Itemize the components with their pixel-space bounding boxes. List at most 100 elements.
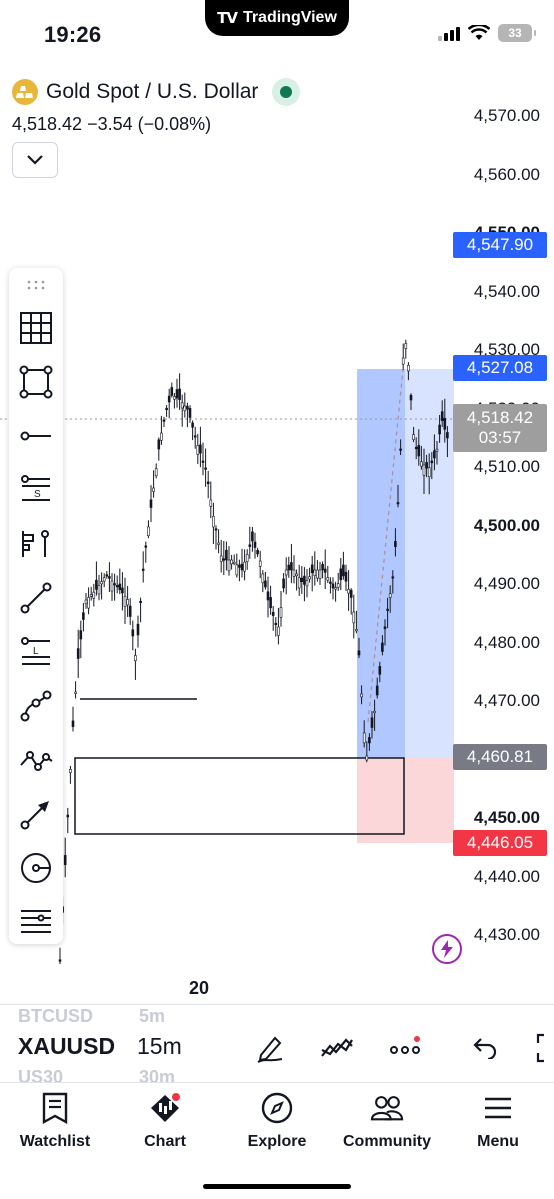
candle-body xyxy=(344,571,348,582)
candle-body xyxy=(92,591,96,599)
candle-body xyxy=(74,691,77,694)
bottom-tab-bar: Watchlist Chart Explore Community Menu xyxy=(0,1082,554,1199)
candle-body xyxy=(128,605,132,617)
price-axis-label: 4,540.00 xyxy=(473,281,540,301)
candle-body xyxy=(404,343,408,349)
price-axis-label: 4,490.00 xyxy=(473,574,540,593)
candle-body xyxy=(188,408,192,418)
candle-body xyxy=(170,387,174,396)
symbol-option-next[interactable]: US30 xyxy=(18,1067,63,1082)
tab-community[interactable]: Community xyxy=(332,1091,442,1161)
grid-tool-icon[interactable] xyxy=(9,306,63,350)
candle-body xyxy=(440,411,444,421)
candle-body xyxy=(97,585,101,595)
flash-icon[interactable] xyxy=(432,934,462,964)
candle-body xyxy=(58,959,62,962)
pattern-tool-icon[interactable] xyxy=(9,522,63,566)
candle-body xyxy=(79,630,83,640)
candle-body xyxy=(266,591,270,601)
candle-body xyxy=(282,578,285,589)
more-lines-icon[interactable] xyxy=(9,900,63,944)
candle-body xyxy=(232,561,236,565)
pen-drawing-icon[interactable] xyxy=(253,1031,287,1065)
candle-body xyxy=(225,549,228,561)
candle-body xyxy=(238,564,241,568)
timeframe-option-prev[interactable]: 5m xyxy=(139,1006,165,1027)
expand-chevron-button[interactable] xyxy=(12,142,58,178)
candle-body xyxy=(199,444,202,454)
candle-body xyxy=(295,573,298,577)
tab-label-community: Community xyxy=(343,1133,431,1150)
price-axis-label: 4,570.00 xyxy=(473,106,540,125)
candle-body xyxy=(290,562,293,571)
candle-body xyxy=(274,622,278,626)
candle-body xyxy=(300,577,304,582)
indicators-icon[interactable] xyxy=(320,1031,354,1065)
tab-watchlist[interactable]: Watchlist xyxy=(0,1091,110,1161)
status-icons: 33 xyxy=(438,24,536,42)
curve-tool-icon[interactable] xyxy=(9,684,63,728)
candle-body xyxy=(147,526,150,537)
candle-body xyxy=(214,528,218,531)
path-tool-icon[interactable] xyxy=(9,738,63,782)
current-symbol[interactable]: XAUUSD xyxy=(18,1033,115,1060)
candle-body xyxy=(196,445,200,455)
symbol-header[interactable]: Gold Spot / U.S. Dollar xyxy=(12,78,301,106)
candle-body xyxy=(310,564,314,573)
horizontal-ray-icon[interactable] xyxy=(9,414,63,458)
tab-label-menu: Menu xyxy=(477,1133,519,1150)
trend-line-icon[interactable] xyxy=(9,576,63,620)
candle-body xyxy=(76,648,80,659)
drag-handle-icon[interactable] xyxy=(26,280,46,290)
candle-body xyxy=(425,461,428,469)
candle-body xyxy=(82,612,85,620)
drawing-toolbar[interactable]: S L xyxy=(9,268,63,944)
symbol-title[interactable]: Gold Spot / U.S. Dollar xyxy=(46,80,258,104)
candle-body xyxy=(209,499,213,507)
candle-body xyxy=(388,593,392,598)
candle-body xyxy=(365,755,369,761)
candle-body xyxy=(420,461,423,467)
circle-tool-icon[interactable] xyxy=(9,846,63,890)
candle-body xyxy=(383,626,387,630)
long-position-icon[interactable]: L xyxy=(9,630,63,674)
timeframe-option-next[interactable]: 30m xyxy=(139,1067,175,1082)
candle-body xyxy=(191,422,194,428)
candle-body xyxy=(178,388,181,401)
candle-body xyxy=(139,600,142,604)
current-timeframe[interactable]: 15m xyxy=(137,1033,182,1060)
candle-body xyxy=(175,389,179,399)
price-chart[interactable]: 4,570.004,560.004,550.004,540.004,530.00… xyxy=(0,0,554,1000)
candle-body xyxy=(157,439,161,450)
tab-chart[interactable]: Chart xyxy=(110,1091,220,1161)
candle-body xyxy=(118,583,122,591)
fib-tool-icon[interactable]: S xyxy=(9,468,63,512)
candle-body xyxy=(264,580,267,588)
rectangle-tool-icon[interactable] xyxy=(9,360,63,404)
arrow-tool-icon[interactable] xyxy=(9,792,63,836)
price-axis-label: 4,450.00 xyxy=(473,808,540,827)
tab-label-explore: Explore xyxy=(247,1133,307,1150)
last-price-tag: 4,518.42 03:57 xyxy=(453,404,547,452)
community-icon xyxy=(370,1091,404,1125)
candle-body xyxy=(412,434,415,440)
candle-body xyxy=(427,467,431,477)
fullscreen-icon[interactable] xyxy=(532,1031,554,1065)
candle-body xyxy=(108,576,111,579)
candle-body xyxy=(414,446,418,450)
symbol-timeframe-bar[interactable]: BTCUSD 5m XAUUSD 15m US30 30m xyxy=(0,1004,554,1082)
candle-body xyxy=(329,581,332,584)
candle-body xyxy=(89,594,93,597)
tab-menu[interactable]: Menu xyxy=(443,1091,553,1161)
candle-body xyxy=(435,448,439,452)
candle-body xyxy=(438,424,441,435)
more-options-icon[interactable] xyxy=(388,1031,422,1065)
time-axis-label: 20 xyxy=(189,978,210,998)
symbol-option-prev[interactable]: BTCUSD xyxy=(18,1006,93,1027)
candle-body xyxy=(240,563,244,571)
svg-text:L: L xyxy=(33,646,39,657)
candle-body xyxy=(173,396,176,400)
tab-explore[interactable]: Explore xyxy=(222,1091,332,1161)
undo-icon[interactable] xyxy=(468,1031,502,1065)
battery-icon: 33 xyxy=(498,24,536,42)
